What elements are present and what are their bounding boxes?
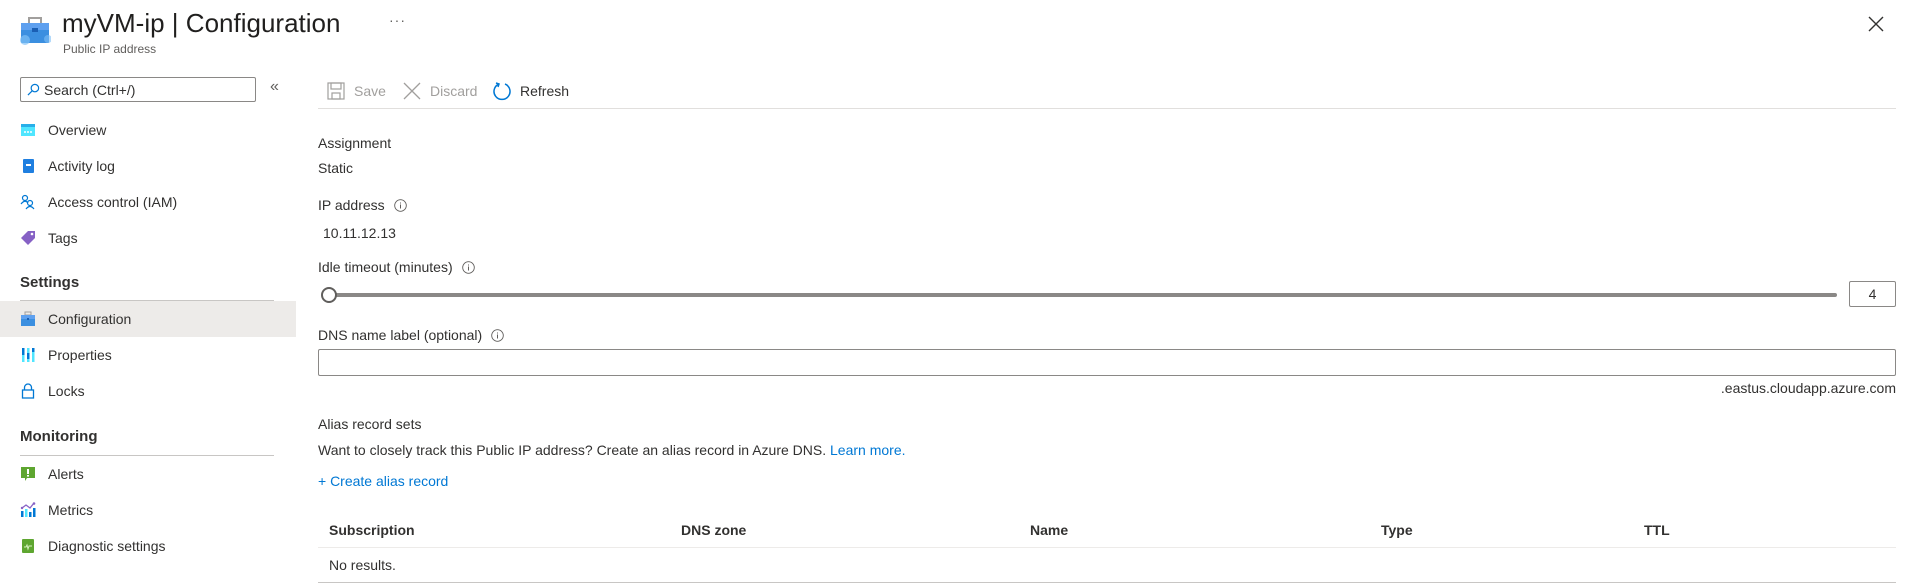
more-options-button[interactable]: ··· <box>389 12 406 28</box>
sidebar-item-label: Alerts <box>48 466 84 482</box>
discard-button[interactable]: Discard <box>402 79 477 103</box>
monitoring-group-title: Monitoring <box>20 428 98 445</box>
sidebar-item-properties[interactable]: Properties <box>0 337 296 373</box>
discard-label: Discard <box>430 83 478 99</box>
sidebar-item-label: Overview <box>48 122 107 138</box>
sidebar-item-label: Access control (IAM) <box>48 194 178 210</box>
dns-name-label: DNS name label (optional) <box>318 327 504 343</box>
configuration-icon <box>20 311 36 327</box>
ip-address-value: 10.11.12.13 <box>323 225 396 241</box>
ip-address-label: IP address <box>318 197 407 213</box>
resource-menu: « Overview Activity log Access control (… <box>0 72 296 584</box>
idle-timeout-label-text: Idle timeout (minutes) <box>318 259 453 275</box>
overview-icon <box>20 122 36 138</box>
discard-icon <box>403 82 421 100</box>
info-icon[interactable] <box>461 260 475 274</box>
search-icon <box>27 83 40 96</box>
table-header: Subscription DNS zone Name Type TTL <box>318 512 1896 548</box>
save-label: Save <box>354 83 386 99</box>
idle-timeout-label: Idle timeout (minutes) <box>318 259 475 275</box>
settings-group-title: Settings <box>20 274 80 291</box>
page-title: myVM-ip | Configuration <box>62 6 340 40</box>
sidebar-item-activity-log[interactable]: Activity log <box>0 148 296 184</box>
search-box[interactable] <box>20 77 256 102</box>
idle-timeout-slider[interactable] <box>321 286 1837 304</box>
assignment-value: Static <box>318 160 354 176</box>
sidebar-item-label: Configuration <box>48 311 132 327</box>
learn-more-link[interactable]: Learn more. <box>830 442 905 458</box>
lock-icon <box>20 383 36 399</box>
blade-header: myVM-ip | Configuration Public IP addres… <box>0 0 1914 66</box>
column-header-name[interactable]: Name <box>1030 522 1068 538</box>
collapse-menu-button[interactable]: « <box>270 78 279 96</box>
refresh-label: Refresh <box>520 83 570 99</box>
refresh-button[interactable]: Refresh <box>492 79 569 103</box>
sidebar-item-configuration[interactable]: Configuration <box>0 301 296 337</box>
sidebar-item-access-control[interactable]: Access control (IAM) <box>0 184 296 220</box>
metrics-icon <box>20 502 36 518</box>
column-header-subscription[interactable]: Subscription <box>329 522 415 538</box>
refresh-icon <box>493 82 511 101</box>
column-header-type[interactable]: Type <box>1381 522 1413 538</box>
empty-state-text: No results. <box>329 557 396 573</box>
sidebar-item-label: Properties <box>48 347 112 363</box>
sidebar-item-locks[interactable]: Locks <box>0 373 296 409</box>
properties-icon <box>20 347 36 363</box>
save-button[interactable]: Save <box>326 79 386 103</box>
alias-records-table: Subscription DNS zone Name Type TTL No r… <box>318 512 1896 583</box>
sidebar-item-tags[interactable]: Tags <box>0 220 296 256</box>
dns-suffix: .eastus.cloudapp.azure.com <box>1720 380 1896 396</box>
resource-type-subtitle: Public IP address <box>63 42 157 56</box>
info-icon[interactable] <box>393 198 407 212</box>
alias-description-text: Want to closely track this Public IP add… <box>318 442 827 458</box>
sidebar-item-label: Diagnostic settings <box>48 538 166 554</box>
iam-icon <box>20 194 36 210</box>
idle-timeout-input[interactable] <box>1849 281 1896 307</box>
resource-name: myVM-ip <box>62 8 165 38</box>
dns-name-input[interactable] <box>318 349 1896 376</box>
alias-record-sets-title: Alias record sets <box>318 416 422 432</box>
title-separator: | <box>171 8 179 38</box>
sidebar-item-label: Locks <box>48 383 85 399</box>
blade-title: Configuration <box>185 8 341 38</box>
save-icon <box>327 82 345 100</box>
assignment-label-text: Assignment <box>318 135 392 151</box>
sidebar-item-alerts[interactable]: Alerts <box>0 456 296 492</box>
close-icon[interactable] <box>1866 14 1886 34</box>
column-header-ttl[interactable]: TTL <box>1644 522 1670 538</box>
sidebar-item-metrics[interactable]: Metrics <box>0 492 296 528</box>
sidebar-item-overview[interactable]: Overview <box>0 112 296 148</box>
diagnostic-settings-icon <box>20 538 36 554</box>
sidebar-item-label: Tags <box>48 230 78 246</box>
alias-description: Want to closely track this Public IP add… <box>318 442 906 458</box>
configuration-toolbox-icon <box>19 15 52 47</box>
slider-thumb[interactable] <box>321 287 337 303</box>
alert-icon <box>20 466 36 482</box>
sidebar-item-diagnostic-settings[interactable]: Diagnostic settings <box>0 528 296 564</box>
activity-log-icon <box>20 158 36 174</box>
command-bar: Save Discard Refresh <box>318 75 1896 109</box>
sidebar-item-label: Metrics <box>48 502 94 518</box>
column-header-dns-zone[interactable]: DNS zone <box>681 522 746 538</box>
slider-track <box>329 293 1837 297</box>
search-input[interactable] <box>44 81 244 98</box>
sidebar-item-label: Activity log <box>48 158 115 174</box>
create-alias-record-button[interactable]: + Create alias record <box>318 473 448 489</box>
ip-address-label-text: IP address <box>318 197 385 213</box>
tag-icon <box>20 230 36 246</box>
assignment-label: Assignment <box>318 135 391 151</box>
dns-name-label-text: DNS name label (optional) <box>318 327 483 343</box>
info-icon[interactable] <box>491 328 504 342</box>
table-row: No results. <box>318 548 1896 583</box>
